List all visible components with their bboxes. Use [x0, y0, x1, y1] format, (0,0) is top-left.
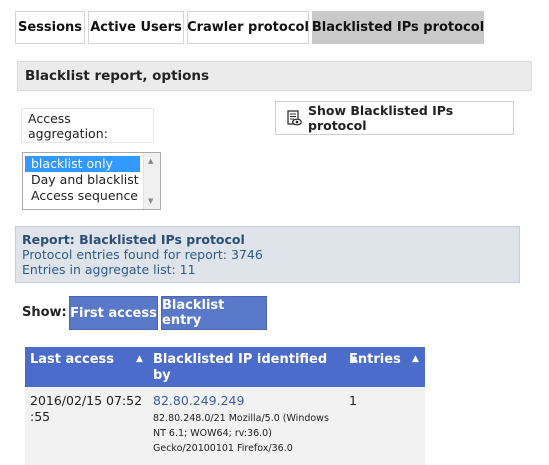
- report-aggregate-entries: Entries in aggregate list: 11: [22, 262, 196, 277]
- cell-blacklisted-ip: 82.80.249.249 82.80.248.0/21 Mozilla/5.0…: [153, 393, 329, 456]
- tab-crawler-protocol[interactable]: Crawler protocol: [187, 11, 309, 44]
- listbox-option-day-and-blacklist[interactable]: Day and blacklist: [25, 172, 140, 188]
- tab-blacklisted-ips-protocol[interactable]: Blacklisted IPs protocol: [312, 11, 484, 44]
- tab-sessions[interactable]: Sessions: [15, 11, 85, 44]
- sort-up-icon[interactable]: ▲: [412, 351, 419, 367]
- cell-entries: 1: [349, 393, 357, 408]
- show-blacklisted-ips-label: Show Blacklisted IPs protocol: [308, 103, 454, 133]
- column-blacklisted-ip-label-2: by: [153, 368, 171, 383]
- section-title: Blacklist report, options: [17, 61, 532, 91]
- table-row: 2016/02/15 07:52 :55 82.80.249.249 82.80…: [25, 387, 425, 465]
- access-aggregation-label: Access aggregation:: [21, 108, 154, 143]
- show-label: Show:: [22, 305, 67, 320]
- scroll-down-icon[interactable]: ▼: [148, 197, 153, 205]
- column-last-access[interactable]: Last access ▲: [30, 352, 143, 368]
- sort-up-icon[interactable]: ▲: [136, 351, 143, 367]
- listbox-option-blacklist-only[interactable]: blacklist only: [25, 156, 140, 172]
- report-summary: Report: Blacklisted IPs protocol Protoco…: [15, 226, 520, 283]
- aggregation-listbox[interactable]: blacklist only Day and blacklist Access …: [22, 152, 161, 210]
- blacklist-table: Last access ▲ Blacklisted IP identified …: [25, 347, 425, 465]
- first-access-button[interactable]: First access: [69, 296, 158, 330]
- column-entries-label: Entries: [349, 352, 401, 367]
- ip-detail-line: Gecko/20100101 Firefox/36.0: [153, 443, 293, 454]
- ip-detail-line: NT 6.1; WOW64; rv:36.0): [153, 428, 272, 439]
- blacklist-entry-button[interactable]: Blacklist entry: [161, 296, 267, 330]
- cell-last-access: 2016/02/15 07:52 :55: [30, 393, 142, 425]
- report-title: Report: Blacklisted IPs protocol: [22, 232, 245, 247]
- scroll-up-icon[interactable]: ▲: [148, 157, 153, 165]
- listbox-option-access-sequence[interactable]: Access sequence: [25, 188, 140, 204]
- show-blacklisted-ips-button[interactable]: Show Blacklisted IPs protocol: [275, 101, 514, 135]
- ip-link[interactable]: 82.80.249.249: [153, 393, 329, 409]
- protocol-view-icon: [286, 110, 302, 126]
- table-header: Last access ▲ Blacklisted IP identified …: [25, 347, 425, 387]
- report-entries-found: Protocol entries found for report: 3746: [22, 247, 263, 262]
- column-entries[interactable]: Entries ▲: [349, 352, 419, 368]
- tab-active-users[interactable]: Active Users: [88, 11, 184, 44]
- ip-detail-line: 82.80.248.0/21 Mozilla/5.0 (Windows: [153, 413, 329, 424]
- listbox-scrollbar[interactable]: ▲ ▼: [143, 153, 160, 209]
- column-blacklisted-ip[interactable]: Blacklisted IP identified by ▲: [153, 352, 358, 384]
- cell-date-line1: 2016/02/15 07:52: [30, 393, 143, 408]
- column-last-access-label: Last access: [30, 352, 115, 367]
- cell-date-line2: :55: [30, 409, 51, 424]
- column-blacklisted-ip-label: Blacklisted IP identified: [153, 352, 328, 367]
